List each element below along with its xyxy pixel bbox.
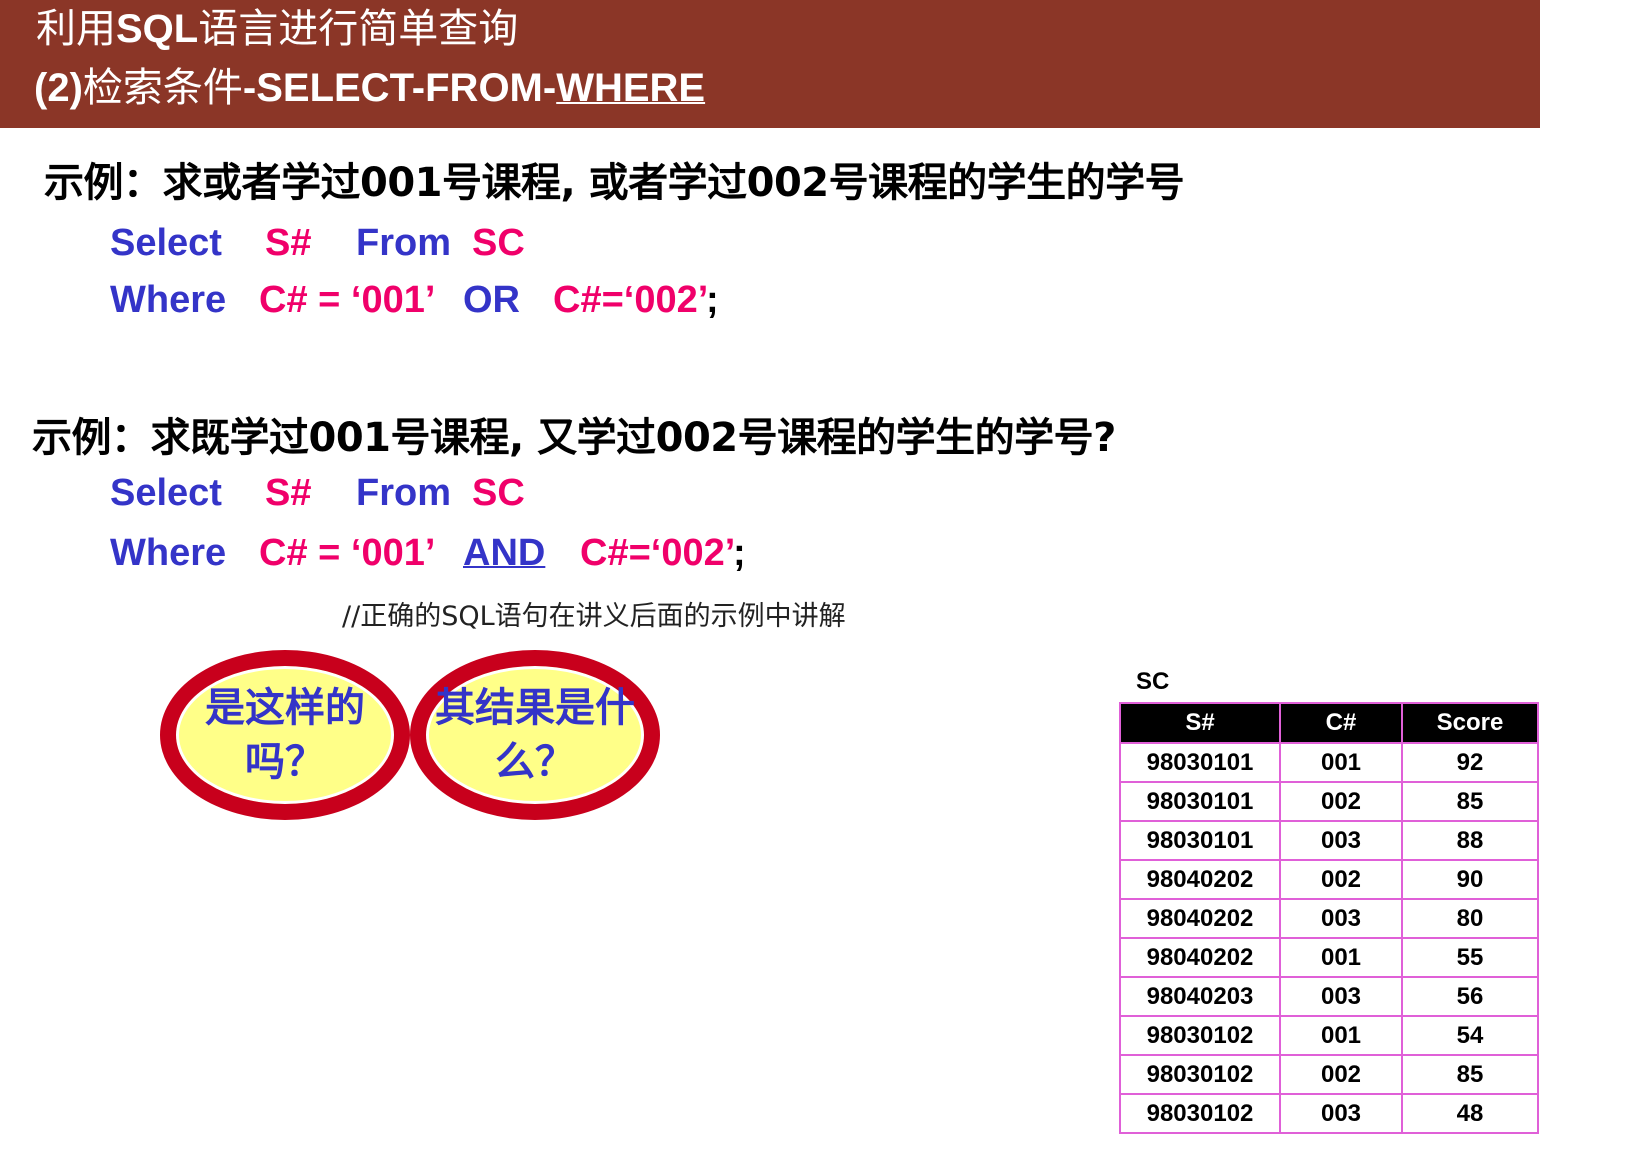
- cell-score: 88: [1401, 820, 1539, 861]
- sql-select-column: S#: [265, 472, 312, 514]
- cell-sno: 98040203: [1119, 976, 1281, 1017]
- question-bubble-2: 其结果是什么？: [410, 650, 660, 820]
- table-header-row: S# C# Score: [1119, 702, 1539, 744]
- question-bubble-1: 是这样的吗？: [160, 650, 410, 820]
- sql-from-keyword: From: [356, 222, 451, 264]
- cell-score: 54: [1401, 1015, 1539, 1056]
- cell-sno: 98030102: [1119, 1054, 1281, 1095]
- sql-where-keyword: Where: [110, 279, 227, 321]
- sql-condition-2: C#=‘002’: [580, 532, 736, 574]
- sql-select-keyword: Select: [110, 222, 222, 264]
- cell-sno: 98030101: [1119, 820, 1281, 861]
- sql-terminator: ;: [733, 532, 746, 574]
- sql-where-keyword: Where: [110, 532, 227, 574]
- table-row: 98040202 001 55: [1119, 937, 1539, 978]
- cell-sno: 98030101: [1119, 781, 1281, 822]
- table-row: 98030102 001 54: [1119, 1015, 1539, 1056]
- cell-cno: 001: [1279, 1015, 1403, 1056]
- table-row: 98030101 002 85: [1119, 781, 1539, 822]
- table-row: 98030102 002 85: [1119, 1054, 1539, 1095]
- sql-from-keyword: From: [356, 472, 451, 514]
- sql-select-column: S#: [265, 222, 312, 264]
- cell-sno: 98040202: [1119, 898, 1281, 939]
- cell-cno: 003: [1279, 820, 1403, 861]
- cell-cno: 002: [1279, 859, 1403, 900]
- sql-comment-note: //正确的SQL语句在讲义后面的示例中讲解: [342, 601, 846, 632]
- bubble-text: 其结果是什么？: [435, 685, 635, 785]
- bubble-text: 是这样的吗？: [205, 685, 365, 785]
- cell-cno: 002: [1279, 781, 1403, 822]
- cell-score: 90: [1401, 859, 1539, 900]
- sql-and-operator: AND: [463, 532, 546, 574]
- sql-select-keyword: Select: [110, 472, 222, 514]
- table-row: 98040203 003 56: [1119, 976, 1539, 1017]
- cell-score: 85: [1401, 781, 1539, 822]
- sc-table: S# C# Score 98030101 001 92 98030101 002 85 …: [1119, 702, 1539, 1134]
- cell-score: 48: [1401, 1093, 1539, 1134]
- cell-cno: 003: [1279, 1093, 1403, 1134]
- cell-score: 80: [1401, 898, 1539, 939]
- table-row: 98030102 003 48: [1119, 1093, 1539, 1134]
- sql-condition-1: C# = ‘001’: [259, 532, 436, 574]
- sql-from-table: SC: [472, 472, 525, 514]
- column-header-sno: S#: [1119, 702, 1281, 744]
- table-row: 98030101 001 92: [1119, 742, 1539, 783]
- column-header-score: Score: [1401, 702, 1539, 744]
- cell-sno: 98040202: [1119, 859, 1281, 900]
- cell-cno: 003: [1279, 976, 1403, 1017]
- sql-or-operator: OR: [463, 279, 520, 321]
- cell-score: 56: [1401, 976, 1539, 1017]
- slide-title-line1: 利用SQL语言进行简单查询: [36, 6, 519, 52]
- cell-score: 92: [1401, 742, 1539, 783]
- slide-header: 利用SQL语言进行简单查询 (2)检索条件-SELECT-FROM-WHERE: [0, 0, 1540, 128]
- cell-cno: 002: [1279, 1054, 1403, 1095]
- sql-condition-2: C#=‘002’: [553, 279, 709, 321]
- sql-terminator: ;: [706, 279, 719, 321]
- column-header-cno: C#: [1279, 702, 1403, 744]
- cell-cno: 001: [1279, 742, 1403, 783]
- slide-title-line2: (2)检索条件-SELECT-FROM-WHERE: [34, 65, 706, 111]
- sql-from-table: SC: [472, 222, 525, 264]
- table-row: 98040202 003 80: [1119, 898, 1539, 939]
- cell-cno: 003: [1279, 898, 1403, 939]
- cell-sno: 98030102: [1119, 1093, 1281, 1134]
- cell-sno: 98040202: [1119, 937, 1281, 978]
- table-title: SC: [1136, 668, 1170, 695]
- table-row: 98040202 002 90: [1119, 859, 1539, 900]
- cell-cno: 001: [1279, 937, 1403, 978]
- example1-question: 示例：求或者学过001号课程, 或者学过002号课程的学生的学号: [44, 160, 1185, 206]
- cell-score: 85: [1401, 1054, 1539, 1095]
- table-row: 98030101 003 88: [1119, 820, 1539, 861]
- sql-condition-1: C# = ‘001’: [259, 279, 436, 321]
- example2-question: 示例：求既学过001号课程, 又学过002号课程的学生的学号?: [32, 415, 1116, 461]
- cell-sno: 98030101: [1119, 742, 1281, 783]
- cell-sno: 98030102: [1119, 1015, 1281, 1056]
- cell-score: 55: [1401, 937, 1539, 978]
